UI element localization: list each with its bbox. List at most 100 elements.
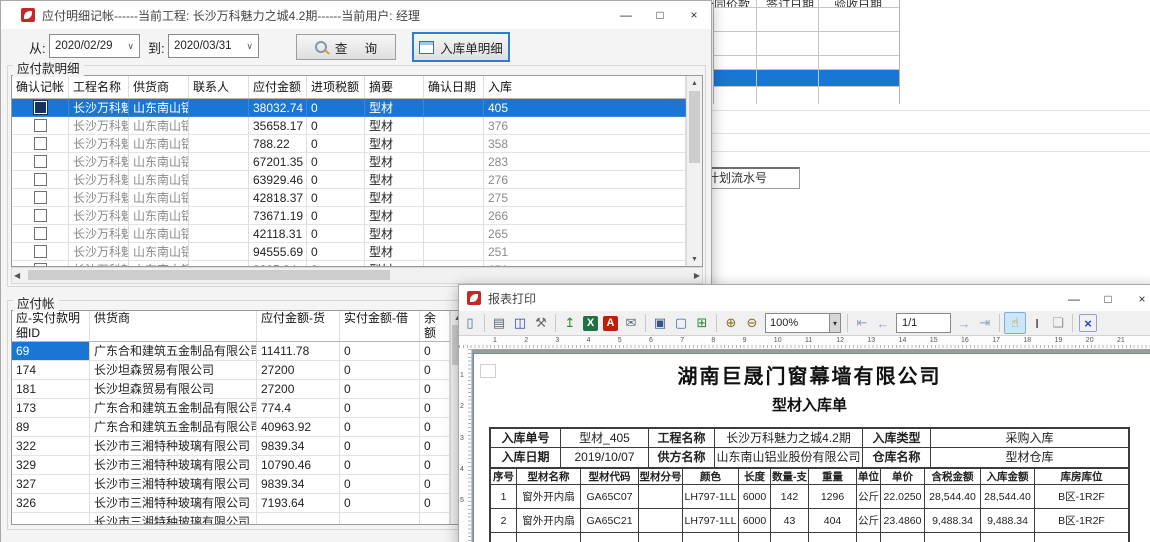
zoom-select[interactable]: 100%▾: [765, 313, 841, 333]
payable-detail-row[interactable]: 长沙万科魅力...山东南山铝业...73671.190型材266: [12, 207, 686, 225]
scroll-left-icon[interactable]: ◀: [14, 268, 20, 283]
column-header[interactable]: 供货商: [129, 76, 189, 98]
column-header[interactable]: 摘要: [365, 76, 424, 98]
book-icon[interactable]: ◫: [510, 313, 530, 333]
scroll-right-icon[interactable]: ▶: [694, 268, 700, 283]
payable-detail-row[interactable]: 长沙万科魅力...山东南山铝业...3895.840型材250: [12, 261, 686, 266]
tools-icon[interactable]: ⚒: [531, 313, 551, 333]
close-button[interactable]: ×: [1125, 285, 1150, 313]
save-icon[interactable]: ▣: [650, 313, 670, 333]
vertical-scrollbar[interactable]: ▲ ▼: [686, 76, 702, 266]
close-button[interactable]: ×: [677, 1, 711, 29]
report-preview-area[interactable]: 12345 湖南巨晟门窗幕墙有限公司 型材入库单 入库单号型材_405工程名称长…: [459, 349, 1150, 542]
column-header[interactable]: 应-实付款明细ID: [12, 311, 90, 341]
confirm-checkbox[interactable]: [34, 245, 47, 258]
print-icon[interactable]: ▤: [489, 313, 509, 333]
payable-account-row[interactable]: 69广东合和建筑五金制品有限公司11411.7800: [12, 342, 450, 361]
chevron-down-icon[interactable]: ▾: [829, 314, 840, 332]
column-header[interactable]: 进项税额: [307, 76, 365, 98]
prev-page-icon[interactable]: ←: [873, 313, 893, 333]
table-row[interactable]: [714, 31, 899, 56]
query-button[interactable]: 查 询: [296, 34, 396, 60]
payable-detail-row[interactable]: 长沙万科魅力...山东南山铝业...42818.370型材275: [12, 189, 686, 207]
confirm-checkbox[interactable]: [34, 155, 47, 168]
payable-account-row[interactable]: 长沙市三湘特种玻璃有限公司: [12, 513, 450, 524]
payable-detail-row[interactable]: 长沙万科魅力...山东南山铝业...38032.740型材405: [12, 99, 686, 117]
scroll-up-icon[interactable]: ▲: [687, 76, 702, 90]
table-row[interactable]: [714, 7, 899, 32]
column-header[interactable]: 确认记帐: [12, 76, 69, 98]
table-row[interactable]: [714, 55, 899, 70]
minimize-button[interactable]: —: [1057, 285, 1091, 313]
scroll-down-icon[interactable]: ▼: [687, 252, 702, 266]
column-header[interactable]: 联系人: [189, 76, 249, 98]
scrollbar-thumb[interactable]: [689, 91, 700, 163]
column-header[interactable]: 供货商: [90, 311, 257, 341]
payable-detail-row[interactable]: 长沙万科魅力...山东南山铝业...67201.350型材283: [12, 153, 686, 171]
supplier-cell: 山东南山铝业...: [129, 153, 189, 171]
close-preview-icon[interactable]: ×: [1079, 314, 1097, 332]
balance-cell: 0: [420, 361, 450, 380]
confirm-checkbox[interactable]: [34, 119, 47, 132]
table-row[interactable]: [714, 69, 899, 87]
to-label: 到:: [148, 38, 165, 57]
column-header[interactable]: 实付金额-借: [340, 311, 420, 341]
table-row[interactable]: [714, 86, 899, 111]
mail-icon[interactable]: ✉: [621, 313, 641, 333]
payable-account-row[interactable]: 322长沙市三湘特种玻璃有限公司9839.3400: [12, 437, 450, 456]
query-button-label: 查 询: [335, 38, 377, 57]
excel-export-icon[interactable]: X: [583, 316, 598, 331]
minimize-button[interactable]: —: [609, 1, 643, 29]
payable-detail-row[interactable]: 长沙万科魅力...山东南山铝业...35658.170型材376: [12, 117, 686, 135]
payable-account-row[interactable]: 326长沙市三湘特种玻璃有限公司7193.6400: [12, 494, 450, 513]
inbound-detail-button[interactable]: 入库单明细: [413, 33, 509, 61]
column-header[interactable]: 应付金额: [249, 76, 307, 98]
text-select-icon[interactable]: I: [1027, 313, 1047, 333]
export-icon[interactable]: ↥: [560, 313, 580, 333]
column-header[interactable]: 入库: [484, 76, 686, 98]
confirm-checkbox[interactable]: [34, 173, 47, 186]
confirm-checkbox[interactable]: [34, 209, 47, 222]
payable-account-row[interactable]: 174长沙坦森贸易有限公司2720000: [12, 361, 450, 380]
confirm-checkbox[interactable]: [34, 137, 47, 150]
maximize-button[interactable]: □: [1091, 285, 1125, 313]
first-page-icon[interactable]: ⇤: [852, 313, 872, 333]
page-indicator[interactable]: 1/1: [896, 313, 951, 333]
title-bar[interactable]: 报表打印 — □ ×: [459, 285, 1150, 311]
copy-page-icon[interactable]: ❏: [1048, 313, 1068, 333]
zoom-out-icon[interactable]: ⊖: [742, 313, 762, 333]
last-page-icon[interactable]: ⇥: [975, 313, 995, 333]
payable-account-row[interactable]: 329长沙市三湘特种玻璃有限公司10790.4600: [12, 456, 450, 475]
from-date-combo[interactable]: 2020/02/29 ∨: [49, 34, 140, 58]
payable-detail-row[interactable]: 长沙万科魅力...山东南山铝业...788.220型材358: [12, 135, 686, 153]
to-date-combo[interactable]: 2020/03/31 ∨: [168, 34, 259, 58]
hand-tool-icon[interactable]: ☝: [1004, 312, 1026, 334]
maximize-button[interactable]: □: [643, 1, 677, 29]
pdf-export-icon[interactable]: A: [603, 316, 618, 331]
horizontal-scrollbar[interactable]: ◀ ▶: [11, 267, 703, 284]
ruler-label: 6: [649, 337, 653, 344]
scrollbar-thumb[interactable]: [28, 270, 390, 280]
next-page-icon[interactable]: →: [954, 313, 974, 333]
multi-page-icon[interactable]: ⊞: [692, 313, 712, 333]
confirm-checkbox[interactable]: [34, 263, 47, 266]
confirm-checkbox[interactable]: [34, 101, 47, 114]
document-icon[interactable]: ▯: [460, 313, 480, 333]
payable-account-row[interactable]: 181长沙坦森贸易有限公司2720000: [12, 380, 450, 399]
confirm-checkbox[interactable]: [34, 191, 47, 204]
page-setup-icon[interactable]: ▢: [671, 313, 691, 333]
column-header[interactable]: 余额: [420, 311, 450, 341]
payable-detail-row[interactable]: 长沙万科魅力...山东南山铝业...42118.310型材265: [12, 225, 686, 243]
zoom-in-icon[interactable]: ⊕: [721, 313, 741, 333]
payable-account-row[interactable]: 89广东合和建筑五金制品有限公司40963.9200: [12, 418, 450, 437]
payable-account-row[interactable]: 327长沙市三湘特种玻璃有限公司9839.3400: [12, 475, 450, 494]
confirm-checkbox[interactable]: [34, 227, 47, 240]
plan-serial-field[interactable]: 计划流水号: [702, 167, 800, 189]
payable-detail-row[interactable]: 长沙万科魅力...山东南山铝业...94555.690型材251: [12, 243, 686, 261]
title-bar[interactable]: 应付明细记帐------当前工程: 长沙万科魅力之城4.2期------当前用户…: [1, 1, 711, 29]
column-header[interactable]: 工程名称: [69, 76, 129, 98]
column-header[interactable]: 应付金额-货: [257, 311, 340, 341]
payable-account-row[interactable]: 173广东合和建筑五金制品有限公司774.400: [12, 399, 450, 418]
column-header[interactable]: 确认日期: [424, 76, 484, 98]
payable-detail-row[interactable]: 长沙万科魅力...山东南山铝业...63929.460型材276: [12, 171, 686, 189]
